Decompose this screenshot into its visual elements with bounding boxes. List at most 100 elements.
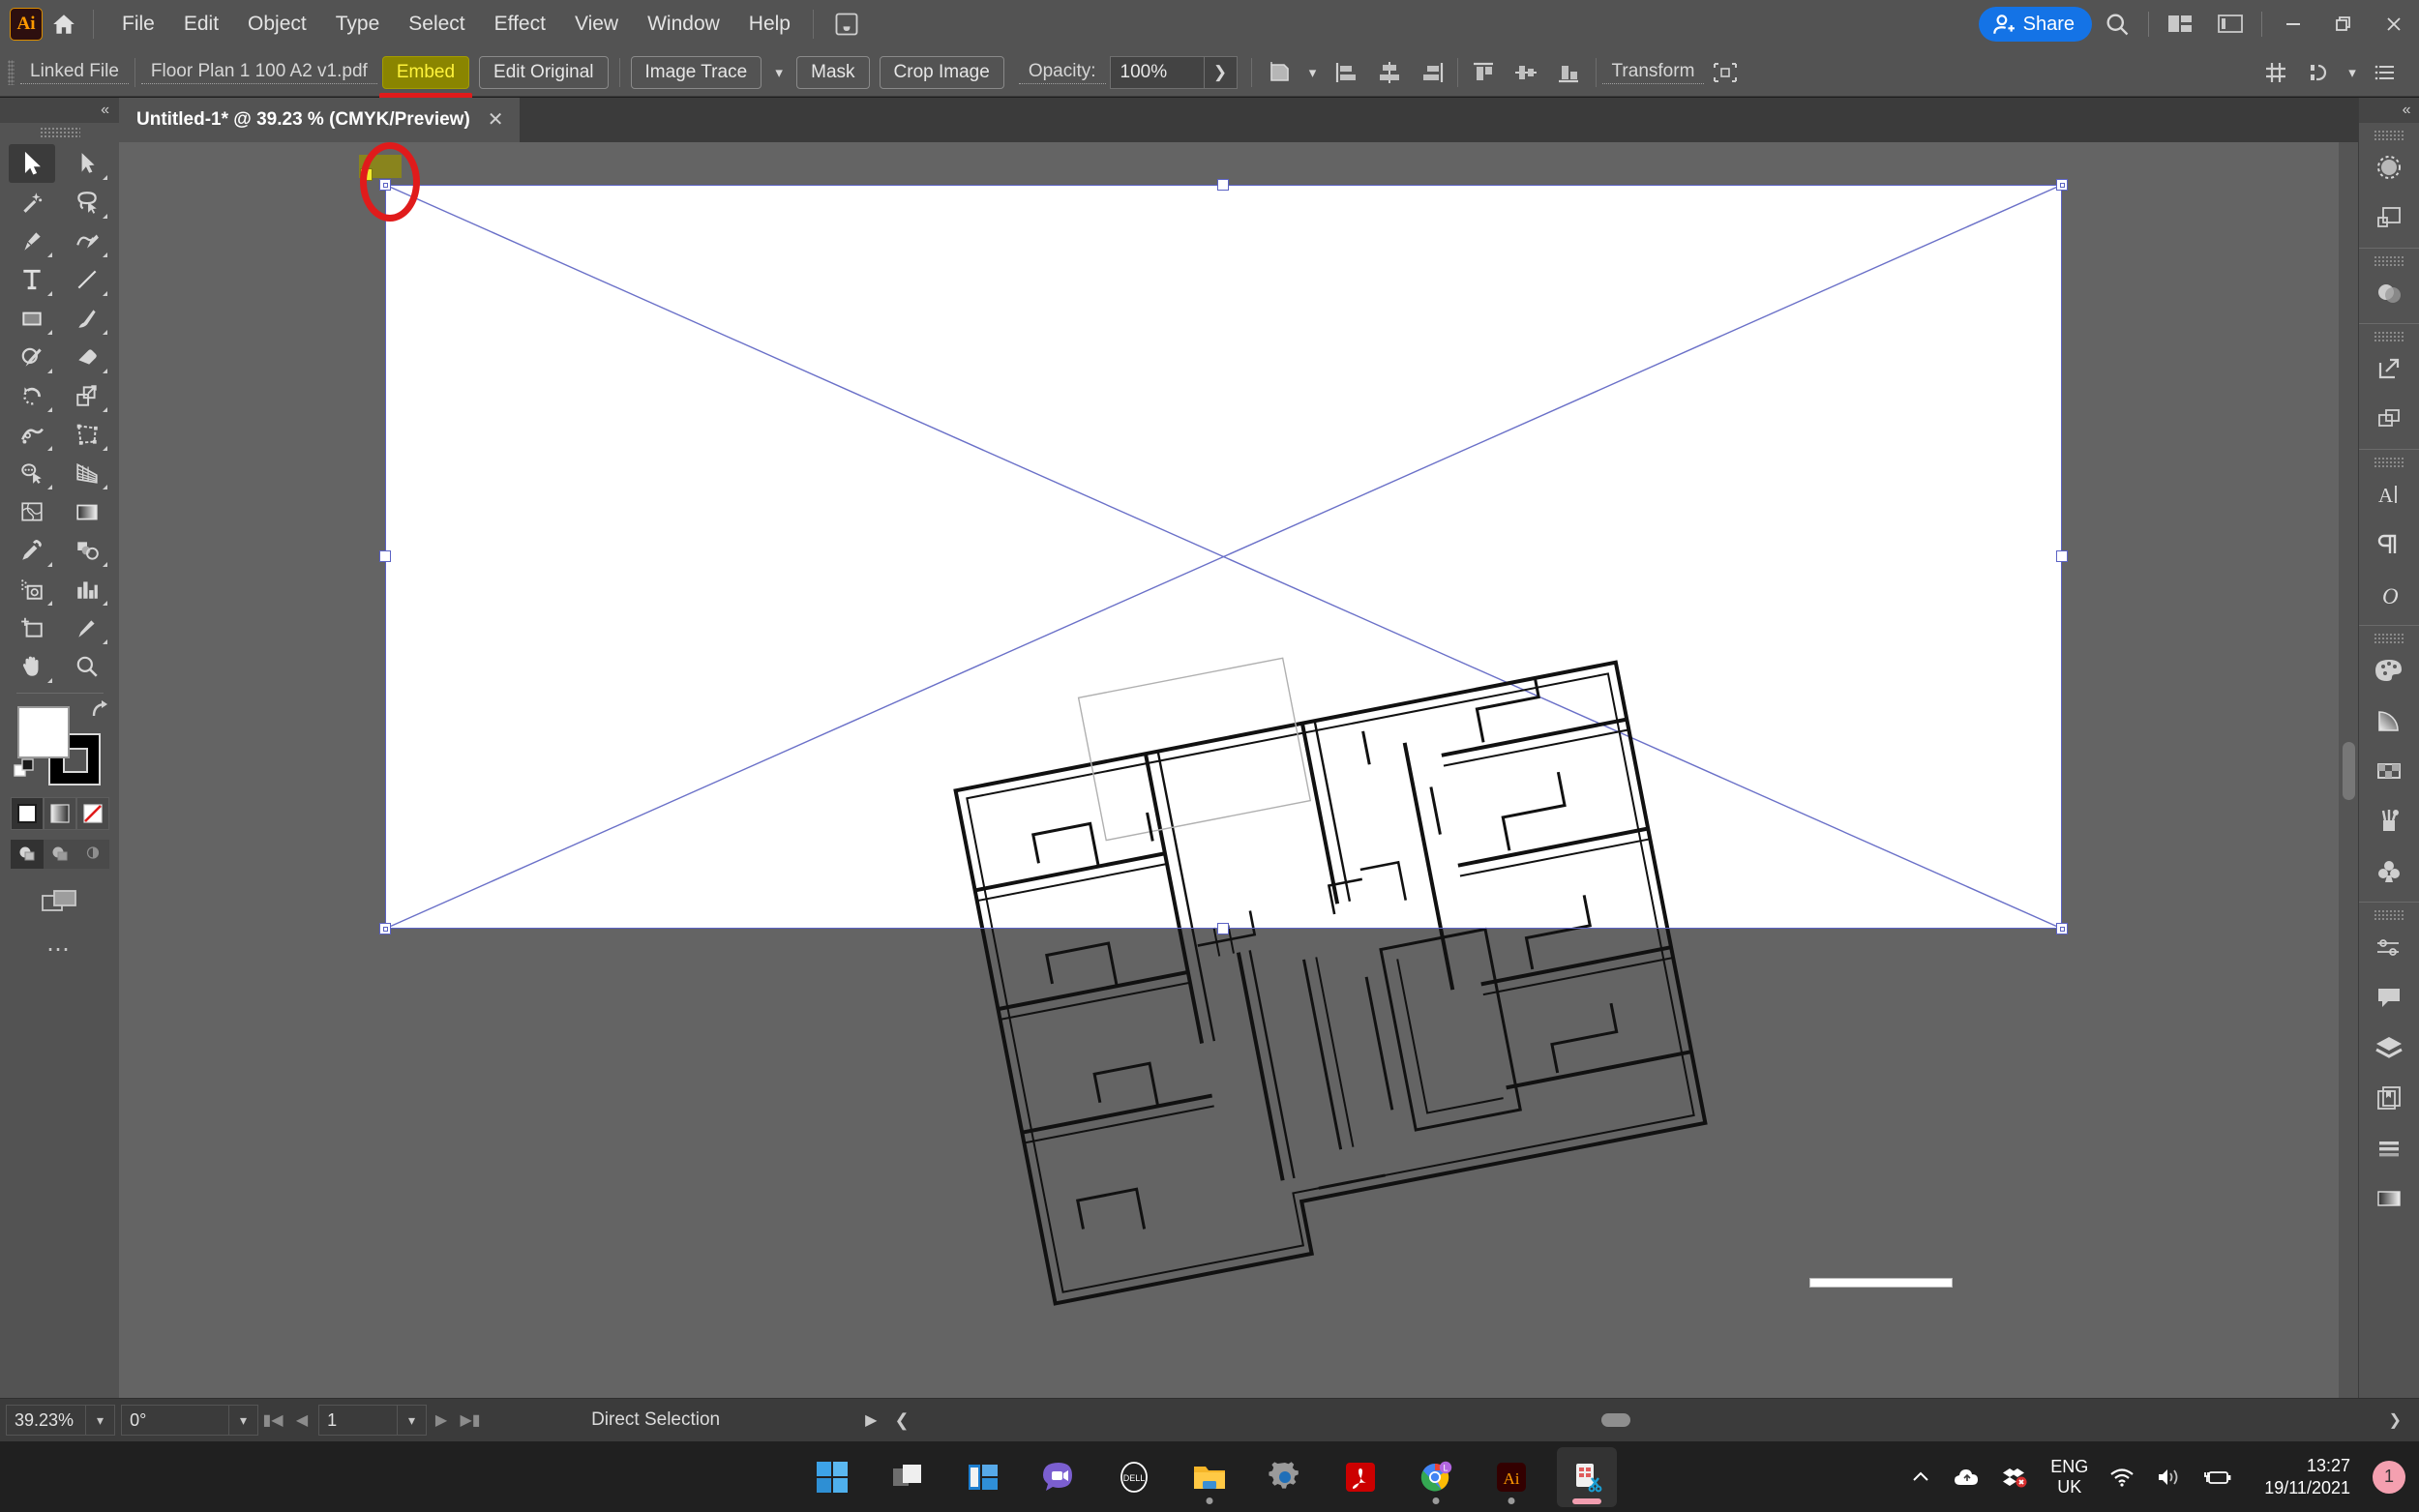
rotate-tool[interactable] [9, 376, 55, 415]
swap-fill-stroke-icon[interactable] [89, 698, 112, 725]
symbols-icon[interactable] [2364, 846, 2414, 897]
draw-behind-icon[interactable] [43, 840, 76, 869]
scale-tool[interactable] [64, 376, 110, 415]
align-vertical-center-icon[interactable] [1505, 53, 1547, 92]
show-hidden-icons-icon[interactable] [1898, 1441, 1943, 1512]
settings-button[interactable] [1255, 1447, 1315, 1507]
direct-selection-tool[interactable] [64, 144, 110, 183]
document-tab[interactable]: Untitled-1* @ 39.23 % (CMYK/Preview) ✕ [119, 98, 520, 142]
task-view-button[interactable] [878, 1447, 938, 1507]
type-tool[interactable] [9, 260, 55, 299]
volume-icon[interactable] [2145, 1441, 2192, 1512]
gradient-fill-icon[interactable] [43, 797, 76, 830]
canvas-area[interactable] [119, 142, 2358, 1441]
menu-help[interactable]: Help [734, 7, 805, 42]
libraries-icon[interactable] [2364, 193, 2414, 243]
onedrive-icon[interactable] [1943, 1441, 1991, 1512]
menu-view[interactable]: View [560, 7, 633, 42]
control-bar-grip[interactable] [8, 59, 15, 85]
draw-normal-icon[interactable] [10, 840, 44, 869]
menu-window[interactable]: Window [633, 7, 734, 42]
properties-icon[interactable] [2364, 142, 2414, 193]
eraser-tool[interactable] [64, 338, 110, 376]
crop-image-button[interactable]: Crop Image [879, 55, 1004, 89]
teams-button[interactable] [1029, 1447, 1089, 1507]
selected-anchor-point[interactable] [360, 168, 373, 181]
curvature-tool[interactable] [64, 222, 110, 260]
status-bar-right-arrow-icon[interactable]: ❯ [2389, 1410, 2402, 1430]
eyedropper-tool[interactable] [9, 531, 55, 570]
canvas-vertical-scrollbar[interactable] [2339, 142, 2358, 1441]
panel-group-grip-2[interactable] [2374, 255, 2404, 266]
clock[interactable]: 13:27 19/11/2021 [2242, 1441, 2373, 1512]
illustrator-button[interactable]: Ai [1481, 1447, 1541, 1507]
align-top-icon[interactable] [1462, 53, 1505, 92]
rectangle-tool[interactable] [9, 299, 55, 338]
artboards-icon[interactable] [2364, 1073, 2414, 1123]
opacity-value[interactable]: 100% [1111, 62, 1204, 83]
selection-handle-middle-left[interactable] [379, 550, 391, 562]
transform-button[interactable]: Transform [1601, 61, 1705, 84]
gradient-tool[interactable] [64, 492, 110, 531]
magic-wand-tool[interactable] [9, 183, 55, 222]
layers-icon[interactable] [2364, 1023, 2414, 1073]
transparency-icon[interactable] [2364, 268, 2414, 318]
pen-tool[interactable] [9, 222, 55, 260]
linked-file-name[interactable]: Floor Plan 1 100 A2 v1.pdf [140, 61, 377, 84]
toolbar-grip[interactable] [39, 127, 80, 138]
select-similar-icon[interactable] [2297, 53, 2340, 92]
notification-badge[interactable]: 1 [2373, 1460, 2405, 1494]
column-graph-tool[interactable] [64, 570, 110, 608]
paintbrush-tool[interactable] [64, 299, 110, 338]
rotation-field[interactable]: 0° ▾ [121, 1405, 259, 1436]
glyphs-icon[interactable]: O [2364, 570, 2414, 620]
canvas-vertical-scroll-thumb[interactable] [2343, 742, 2355, 800]
menu-edit[interactable]: Edit [169, 7, 233, 42]
align-bottom-icon[interactable] [1547, 53, 1590, 92]
perspective-grid-tool[interactable] [64, 454, 110, 492]
color-icon[interactable] [2364, 645, 2414, 696]
symbol-sprayer-tool[interactable] [9, 570, 55, 608]
battery-charging-icon[interactable] [2192, 1441, 2242, 1512]
selection-handle-bottom-center[interactable] [1217, 923, 1229, 934]
dropbox-icon[interactable] [1991, 1441, 2040, 1512]
selection-handle-top-left[interactable] [379, 179, 391, 191]
arrange-documents-icon[interactable] [2155, 0, 2205, 48]
fill-swatch[interactable] [16, 706, 70, 758]
selection-handle-bottom-left[interactable] [379, 923, 391, 934]
rotation-value[interactable]: 0° [122, 1410, 228, 1431]
home-icon[interactable] [43, 0, 85, 48]
first-artboard-icon[interactable]: ▮◀ [258, 1404, 287, 1437]
asset-export-icon[interactable] [2364, 394, 2414, 444]
stroke-icon[interactable] [2364, 922, 2414, 972]
opacity-field[interactable]: 100% ❯ [1109, 55, 1238, 89]
selection-handle-top-center[interactable] [1217, 179, 1229, 191]
change-screen-mode-icon[interactable] [41, 886, 79, 922]
right-panel-collapse-icon[interactable]: « [2358, 98, 2419, 123]
menu-object[interactable]: Object [233, 7, 321, 42]
status-collapse-icon[interactable]: ❮ [894, 1410, 909, 1431]
gradient-icon[interactable] [2364, 1173, 2414, 1224]
paragraph-icon[interactable] [2364, 519, 2414, 570]
dell-button[interactable]: DELL [1104, 1447, 1164, 1507]
snap-to-grid-icon[interactable] [2255, 53, 2297, 92]
selection-handle-top-right[interactable] [2056, 179, 2068, 191]
toolbar-collapse-icon[interactable]: « [0, 98, 119, 123]
isolate-selection-icon[interactable] [1704, 53, 1747, 92]
last-artboard-icon[interactable]: ▶▮ [456, 1404, 485, 1437]
image-trace-button[interactable]: Image Trace [630, 55, 762, 89]
previous-artboard-icon[interactable]: ◀ [287, 1404, 316, 1437]
color-guide-icon[interactable] [2364, 696, 2414, 746]
artboard-number-field[interactable]: 1 ▾ [318, 1405, 428, 1436]
slice-tool[interactable] [64, 608, 110, 647]
panel-group-grip-6[interactable] [2374, 909, 2404, 920]
workspace-switcher-icon[interactable] [2205, 0, 2255, 48]
selection-handle-middle-right[interactable] [2056, 550, 2068, 562]
snipping-tool-button[interactable] [1557, 1446, 1617, 1507]
artboard-chevron-down-icon-2[interactable]: ▾ [397, 1406, 426, 1435]
image-trace-chevron-down-icon[interactable]: ▾ [766, 56, 791, 89]
blend-tool[interactable] [64, 531, 110, 570]
panel-group-grip[interactable] [2374, 130, 2404, 140]
status-menu-icon[interactable]: ▶ [865, 1410, 877, 1430]
draw-inside-icon[interactable] [75, 840, 109, 869]
